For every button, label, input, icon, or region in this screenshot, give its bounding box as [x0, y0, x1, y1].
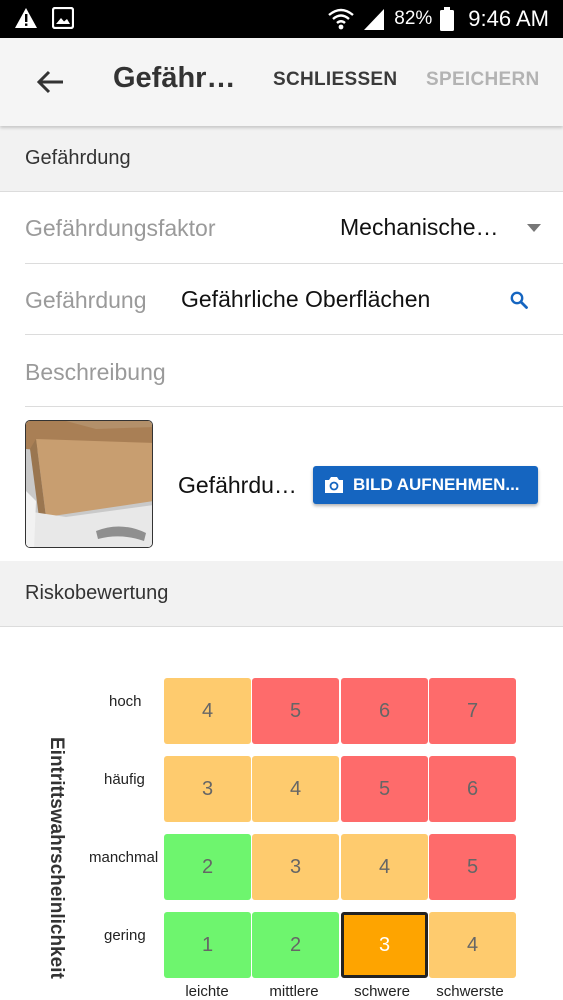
matrix-cell[interactable]: 5	[341, 756, 428, 822]
factor-select[interactable]: Mechanische Gefährdung	[340, 214, 500, 241]
matrix-column-label: mittlere	[269, 983, 319, 1000]
matrix-column-label: schwerste	[436, 983, 504, 1000]
matrix-cell[interactable]: 6	[429, 756, 516, 822]
matrix-cell[interactable]: 5	[429, 834, 516, 900]
back-button[interactable]	[28, 60, 72, 104]
factor-label: Gefährdungsfaktor	[25, 215, 216, 241]
matrix-cell[interactable]: 4	[429, 912, 516, 978]
hazard-value[interactable]: Gefährliche Oberflächen	[181, 286, 430, 313]
description-field[interactable]: Beschreibung	[25, 359, 166, 386]
dropdown-caret-icon[interactable]	[527, 224, 541, 232]
hazard-photo-thumbnail[interactable]	[25, 420, 153, 548]
battery-percent: 82%	[394, 8, 433, 29]
matrix-cell[interactable]: 7	[429, 678, 516, 744]
take-photo-button[interactable]: BILD AUFNEHMEN...	[313, 466, 538, 504]
matrix-cell-selected[interactable]: 3	[341, 912, 428, 978]
matrix-cell[interactable]: 2	[164, 834, 251, 900]
image-icon	[52, 7, 74, 29]
section-title: Riskobewertung	[25, 582, 169, 604]
matrix-cell[interactable]: 4	[164, 678, 251, 744]
matrix-cell[interactable]: 3	[164, 756, 251, 822]
matrix-column-label: leichte	[185, 983, 229, 1000]
page-title: Gefährliche Oberflächen	[113, 62, 243, 94]
section-title: Gefährdung	[25, 147, 131, 169]
matrix-cell[interactable]: 5	[252, 678, 339, 744]
section-header-risk: Riskobewertung	[0, 561, 563, 627]
app-bar: Gefährliche Oberflächen SCHLIESSEN SPEIC…	[0, 38, 563, 126]
photo-caption: Gefährdungsbild	[178, 472, 303, 498]
matrix-cell[interactable]: 4	[252, 756, 339, 822]
warning-icon	[15, 8, 37, 28]
close-button[interactable]: SCHLIESSEN	[273, 69, 397, 91]
status-bar: 82% 9:46 AM	[0, 0, 563, 38]
signal-icon	[364, 9, 385, 30]
factor-row[interactable]: Gefährdungsfaktor Mechanische Gefährdung	[25, 192, 563, 264]
description-row[interactable]: Beschreibung	[25, 335, 563, 407]
hazard-label: Gefährdung	[25, 287, 147, 313]
matrix-cell[interactable]: 4	[341, 834, 428, 900]
y-axis-label: Eintrittswahrscheinlichkeit	[39, 737, 69, 1000]
arrow-left-icon	[36, 70, 63, 94]
save-button[interactable]: SPEICHERN	[426, 69, 540, 91]
matrix-row-label: gering	[104, 927, 146, 944]
battery-icon	[440, 7, 455, 31]
photo-image	[26, 421, 152, 547]
matrix-cell[interactable]: 3	[252, 834, 339, 900]
wifi-icon	[328, 8, 355, 30]
section-header-hazard: Gefährdung	[0, 126, 563, 192]
matrix-cell[interactable]: 6	[341, 678, 428, 744]
y-axis-label-text: Eintrittswahrscheinlichkeit	[46, 737, 67, 979]
matrix-cell[interactable]: 2	[252, 912, 339, 978]
matrix-row-label: häufig	[104, 771, 145, 788]
matrix-row-label: hoch	[109, 693, 142, 710]
clock: 9:46 AM	[468, 6, 549, 31]
matrix-row-label: manchmal	[89, 849, 159, 866]
matrix-cell[interactable]: 1	[164, 912, 251, 978]
camera-icon	[325, 477, 343, 493]
search-icon[interactable]	[509, 290, 529, 310]
hazard-row[interactable]: Gefährdung Gefährliche Oberflächen	[25, 264, 563, 335]
take-photo-label: BILD AUFNEHMEN...	[353, 475, 520, 494]
matrix-column-label: schwere	[354, 983, 410, 1000]
